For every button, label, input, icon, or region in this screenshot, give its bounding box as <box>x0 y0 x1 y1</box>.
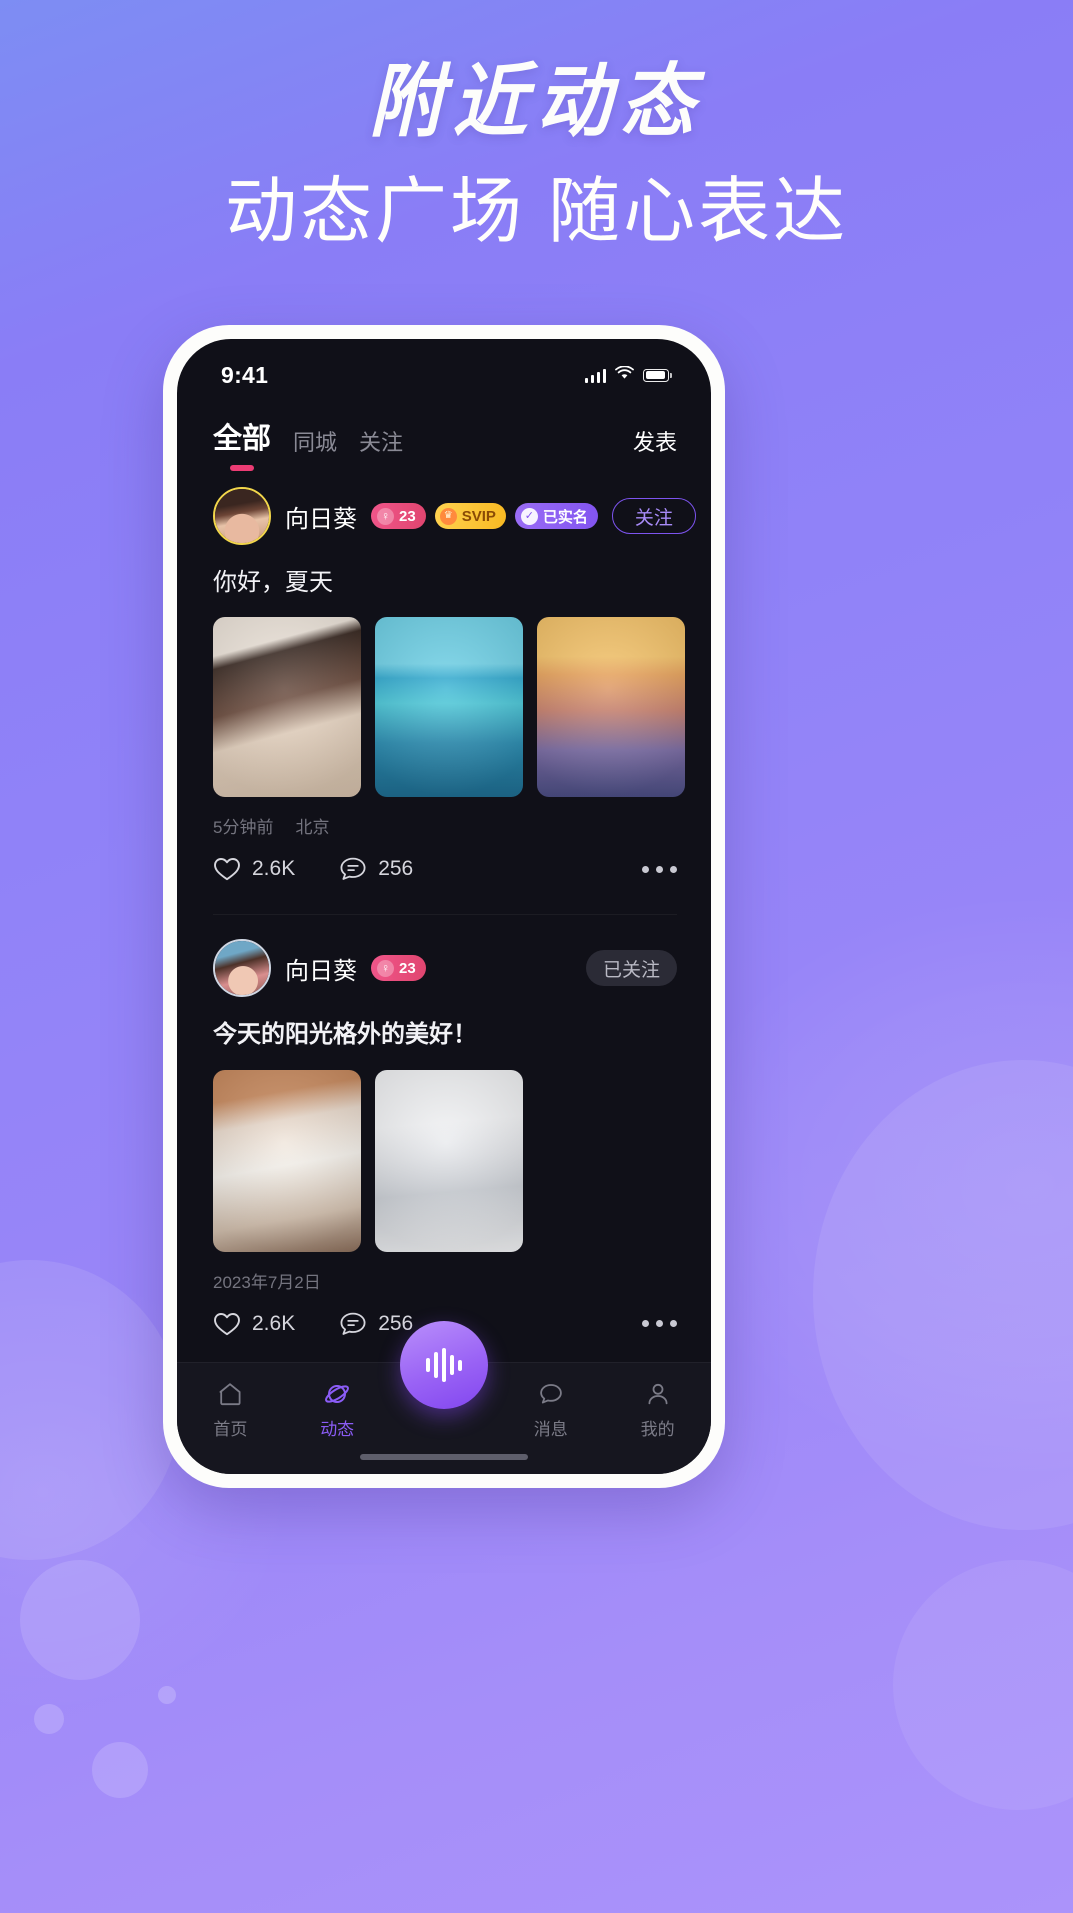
female-icon: ♀ <box>377 507 394 525</box>
heart-icon <box>213 1311 241 1337</box>
decor-blob <box>20 1560 140 1680</box>
publish-button[interactable]: 发表 <box>633 425 677 463</box>
promo-subtitle: 动态广场 随心表达 <box>224 172 848 252</box>
avatar[interactable] <box>213 487 271 545</box>
feed-post: 向日葵 ♀ 23 ♛ SVIP ✓ 已实名 关注 你好，夏天 5分钟前 北京 2… <box>177 463 711 916</box>
avatar[interactable] <box>213 939 271 998</box>
like-count: 2.6K <box>252 1311 296 1335</box>
post-image-gallery <box>213 617 685 798</box>
comment-button[interactable]: 256 <box>339 856 413 882</box>
decor-blob <box>0 1260 180 1560</box>
post-actions: 2.6K 256 <box>213 856 677 886</box>
nav-item-messages[interactable]: 消息 <box>497 1381 604 1440</box>
post-meta: 2023年7月2日 <box>213 1268 677 1293</box>
wifi-icon <box>615 365 634 385</box>
post-time: 5分钟前 <box>213 818 274 838</box>
like-count: 2.6K <box>252 857 296 881</box>
tab-active-indicator <box>230 465 254 471</box>
phone-mockup: 9:41 全部 同城 关注 发表 向日葵 ♀ 23 ♛ SVIP ✓ 已实名 关… <box>163 325 725 1488</box>
post-image[interactable] <box>213 1069 361 1252</box>
post-location: 北京 <box>295 818 330 838</box>
age-gender-badge: ♀ 23 <box>371 955 426 982</box>
feed-list[interactable]: 向日葵 ♀ 23 ♛ SVIP ✓ 已实名 关注 你好，夏天 5分钟前 北京 2… <box>177 463 711 1362</box>
feed-tab-bar: 全部 同城 关注 发表 <box>177 401 711 471</box>
phone-screen: 9:41 全部 同城 关注 发表 向日葵 ♀ 23 ♛ SVIP ✓ 已实名 关… <box>177 339 711 1474</box>
post-header: 向日葵 ♀ 23 已关注 <box>213 939 677 998</box>
decor-blob <box>34 1704 64 1734</box>
comment-bubble-icon <box>339 1311 367 1337</box>
tab-following[interactable]: 关注 <box>359 425 403 463</box>
post-image[interactable] <box>537 617 685 798</box>
like-button[interactable]: 2.6K <box>213 1311 295 1337</box>
nav-item-home[interactable]: 首页 <box>177 1381 284 1440</box>
verified-badge: ✓ 已实名 <box>514 503 598 529</box>
decor-blob <box>92 1742 148 1798</box>
heart-icon <box>213 856 241 882</box>
badge-group: ♀ 23 ♛ SVIP ✓ 已实名 <box>371 503 598 529</box>
post-header: 向日葵 ♀ 23 ♛ SVIP ✓ 已实名 关注 <box>213 487 696 545</box>
home-indicator <box>360 1454 528 1460</box>
post-meta: 5分钟前 北京 <box>213 813 677 838</box>
like-button[interactable]: 2.6K <box>213 856 295 882</box>
more-options-button[interactable] <box>642 865 677 873</box>
tab-all[interactable]: 全部 <box>213 415 272 471</box>
post-username[interactable]: 向日葵 <box>285 499 357 534</box>
status-bar: 9:41 <box>177 339 711 401</box>
nav-label: 动态 <box>320 1420 355 1439</box>
post-username[interactable]: 向日葵 <box>285 951 357 986</box>
promo-headline: 附近动态 动态广场 随心表达 <box>0 62 1073 253</box>
post-text: 你好，夏天 <box>213 569 333 596</box>
planet-icon <box>324 1381 350 1407</box>
badge-group: ♀ 23 <box>371 955 426 982</box>
post-text: 今天的阳光格外的美好！ <box>213 1021 477 1049</box>
promo-title: 附近动态 <box>369 57 704 146</box>
battery-icon <box>643 368 672 382</box>
tab-all-label: 全部 <box>213 423 272 455</box>
post-image[interactable] <box>375 1069 523 1252</box>
cellular-signal-icon <box>584 368 606 383</box>
svip-badge: ♛ SVIP <box>434 503 506 529</box>
svip-badge-label: SVIP <box>461 507 496 525</box>
comment-count: 256 <box>378 1311 414 1335</box>
nav-label: 消息 <box>533 1420 568 1439</box>
comment-count: 256 <box>378 857 414 881</box>
nav-label: 首页 <box>213 1420 248 1439</box>
age-badge-label: 23 <box>399 507 416 525</box>
follow-button[interactable]: 关注 <box>611 498 696 534</box>
post-image[interactable] <box>213 617 361 798</box>
status-time: 9:41 <box>221 361 269 388</box>
comment-button[interactable]: 256 <box>339 1311 413 1337</box>
decor-blob <box>158 1686 176 1704</box>
post-image-gallery <box>213 1069 677 1252</box>
nav-label: 我的 <box>640 1420 675 1439</box>
more-options-button[interactable] <box>642 1320 677 1328</box>
decor-blob <box>813 1060 1073 1530</box>
person-icon <box>645 1381 671 1407</box>
following-button[interactable]: 已关注 <box>585 950 677 987</box>
post-image[interactable] <box>375 617 523 798</box>
comment-bubble-icon <box>339 856 367 882</box>
voice-record-button[interactable] <box>400 1321 488 1409</box>
verified-badge-label: 已实名 <box>542 508 588 526</box>
shield-check-icon: ✓ <box>520 507 538 525</box>
nav-item-profile[interactable]: 我的 <box>604 1381 711 1440</box>
age-gender-badge: ♀ 23 <box>371 503 426 529</box>
nav-item-moments[interactable]: 动态 <box>284 1381 391 1440</box>
female-icon: ♀ <box>377 959 394 977</box>
post-time: 2023年7月2日 <box>213 1272 321 1292</box>
chat-icon <box>538 1381 564 1407</box>
crown-icon: ♛ <box>439 507 457 525</box>
tab-same-city[interactable]: 同城 <box>293 425 337 463</box>
home-icon <box>217 1381 243 1407</box>
age-badge-label: 23 <box>399 959 416 977</box>
decor-blob <box>893 1560 1073 1810</box>
feed-post: 向日葵 ♀ 23 已关注 今天的阳光格外的美好！ 2023年7月2日 2.6K … <box>177 915 711 1340</box>
